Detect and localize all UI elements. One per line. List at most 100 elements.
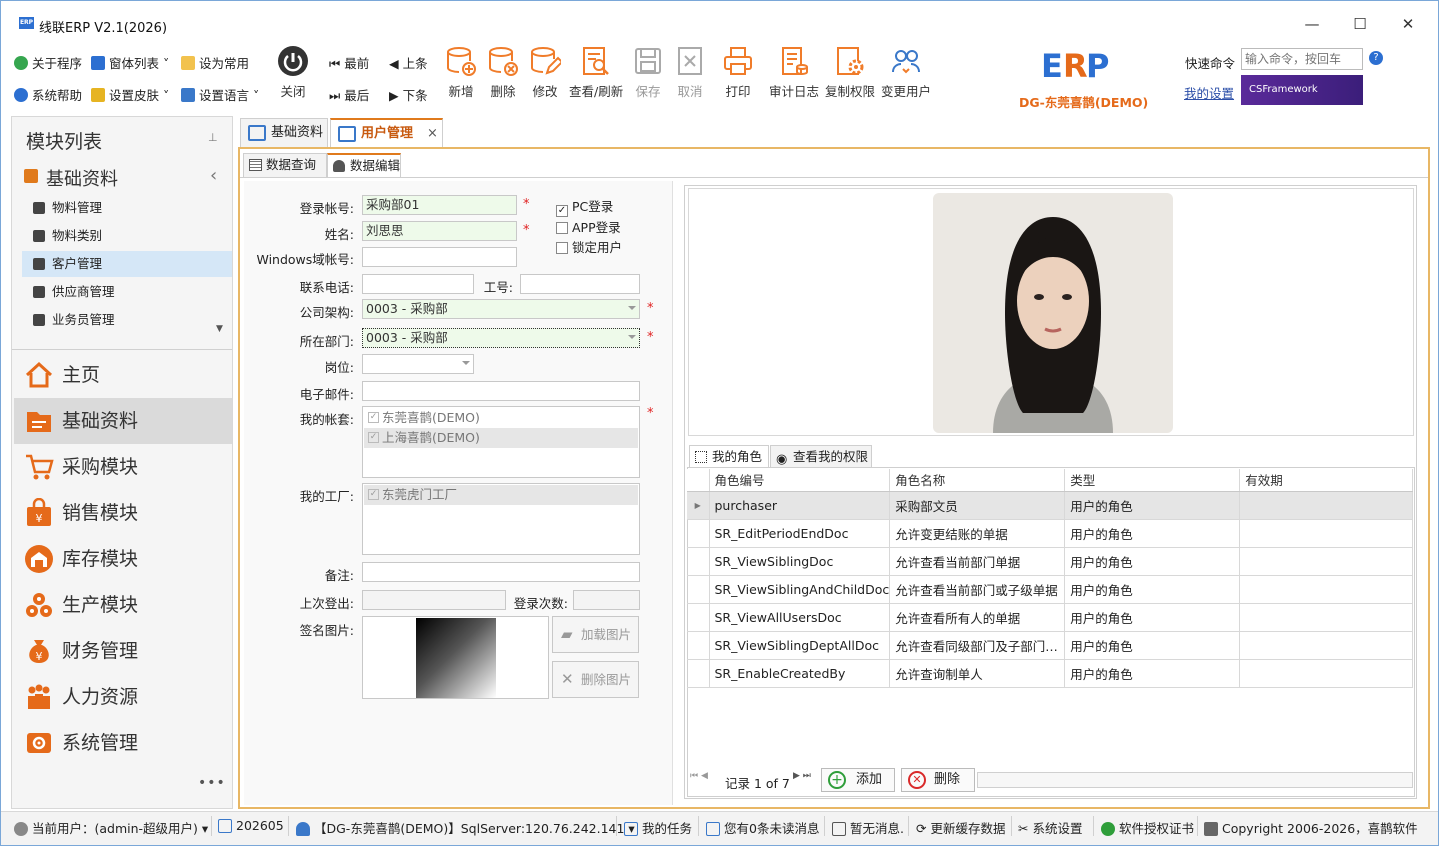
name-input[interactable]: 刘思思 bbox=[362, 221, 517, 241]
language-button[interactable]: 设置语言 ˅ bbox=[181, 85, 259, 104]
sidebar-group-header[interactable]: 基础资料 ‹ bbox=[22, 165, 230, 191]
ribbon-toolbar: 关于程序 窗体列表 ˅ 设为常用 系统帮助 设置皮肤 ˅ 设置语言 ˅ 关闭 ⏮… bbox=[1, 43, 1438, 115]
table-row[interactable]: SR_ViewSiblingDeptAllDoc 允许查看同级部门及子部门… 用户的… bbox=[687, 631, 1413, 660]
nav-next-record-icon[interactable]: ▶ ⏭ bbox=[793, 771, 811, 781]
table-row[interactable]: SR_ViewSiblingDoc 允许查看当前部门单据 用户的角色 bbox=[687, 547, 1413, 576]
email-input[interactable] bbox=[362, 381, 640, 401]
scroll-down-icon[interactable]: ▼ bbox=[216, 324, 223, 334]
lock-user-checkbox[interactable]: 锁定用户 bbox=[556, 237, 622, 256]
column-header[interactable]: 角色编号 bbox=[709, 469, 891, 492]
table-row[interactable]: SR_ViewAllUsersDoc 允许查看所有人的单据 用户的角色 bbox=[687, 603, 1413, 632]
app-login-checkbox[interactable]: APP登录 bbox=[556, 217, 621, 236]
sidebar-item-material[interactable]: 物料管理 bbox=[22, 195, 232, 221]
remark-input[interactable] bbox=[362, 562, 640, 582]
add-role-button[interactable]: + 添加 bbox=[821, 768, 895, 792]
set-favorite-button[interactable]: 设为常用 bbox=[181, 53, 249, 72]
module-purchase[interactable]: 采购模块 bbox=[14, 444, 232, 490]
nav-prev-button[interactable]: ◀ 上条 bbox=[389, 53, 428, 72]
copy-permission-button[interactable]: 复制权限 bbox=[825, 45, 875, 103]
close-tab-icon[interactable]: × bbox=[427, 120, 438, 148]
close-button[interactable]: 关闭 bbox=[276, 45, 310, 103]
help-button[interactable]: 系统帮助 bbox=[14, 85, 82, 104]
close-window-button[interactable]: ✕ bbox=[1393, 11, 1423, 37]
nav-next-button[interactable]: ▶ 下条 bbox=[389, 85, 428, 104]
employee-no-input[interactable] bbox=[520, 274, 640, 294]
company-select[interactable]: 0003 - 采购部 bbox=[362, 299, 640, 319]
table-row[interactable]: SR_ViewSiblingAndChildDoc 允许查看当前部门或子级单据 用户… bbox=[687, 575, 1413, 604]
list-item[interactable]: ✓ 上海喜鹊(DEMO) bbox=[364, 428, 638, 448]
post-select[interactable] bbox=[362, 354, 474, 374]
tab-data-edit[interactable]: 数据编辑 bbox=[327, 153, 401, 177]
print-button[interactable]: 打印 bbox=[721, 45, 755, 103]
csframework-banner[interactable]: CSFramework bbox=[1241, 75, 1363, 105]
module-inventory[interactable]: 库存模块 bbox=[14, 536, 232, 582]
delete-button[interactable]: 删除 bbox=[486, 45, 520, 103]
maximize-button[interactable]: ☐ bbox=[1345, 11, 1375, 37]
horizontal-scrollbar[interactable] bbox=[977, 772, 1413, 788]
tab-data-query[interactable]: 数据查询 bbox=[243, 153, 327, 177]
add-button[interactable]: 新增 bbox=[444, 45, 478, 103]
factory-list[interactable]: ✓ 东莞虎门工厂 bbox=[362, 483, 640, 555]
tab-basic-data[interactable]: 基础资料 bbox=[240, 118, 328, 148]
refresh-cache-button[interactable]: ⟳ 更新缓存数据 bbox=[916, 818, 1005, 837]
module-basic-data[interactable]: 基础资料 bbox=[14, 398, 232, 444]
skin-button[interactable]: 设置皮肤 ˅ bbox=[91, 85, 169, 104]
list-item[interactable]: ✓ 东莞虎门工厂 bbox=[364, 485, 638, 505]
load-image-button[interactable]: ▰ 加载图片 bbox=[552, 616, 639, 653]
column-header[interactable]: 类型 bbox=[1064, 469, 1241, 492]
my-tasks-status[interactable]: 我的任务 bbox=[624, 818, 692, 837]
signature-image[interactable] bbox=[362, 616, 549, 699]
system-settings-button[interactable]: ✂ 系统设置 bbox=[1018, 818, 1082, 837]
save-button[interactable]: 保存 bbox=[631, 45, 665, 103]
license-button[interactable]: 软件授权证书 bbox=[1101, 818, 1194, 837]
tab-user-management[interactable]: 用户管理 × bbox=[330, 118, 443, 148]
tab-my-roles[interactable]: 我的角色 bbox=[689, 445, 769, 467]
module-home[interactable]: 主页 bbox=[14, 352, 232, 398]
view-refresh-button[interactable]: 查看/刷新 bbox=[569, 45, 623, 103]
sidebar-item-material-category[interactable]: 物料类别 bbox=[22, 223, 232, 249]
table-row[interactable]: ▶ purchaser 采购部文员 用户的角色 bbox=[687, 491, 1413, 520]
module-hr[interactable]: 人力资源 bbox=[14, 674, 232, 720]
pin-icon[interactable]: ⊥ bbox=[208, 131, 218, 144]
my-settings-link[interactable]: 我的设置 bbox=[1184, 83, 1234, 102]
audit-log-button[interactable]: 审计日志 bbox=[769, 45, 819, 103]
module-production[interactable]: 生产模块 bbox=[14, 582, 232, 628]
unread-messages-status[interactable]: 您有0条未读消息 bbox=[706, 818, 819, 837]
login-account-input[interactable]: 采购部01 bbox=[362, 195, 517, 215]
delete-role-button[interactable]: ✕ 删除 bbox=[901, 768, 975, 792]
nav-last-button[interactable]: ⏭ 最后 bbox=[329, 85, 369, 104]
change-user-button[interactable]: 变更用户 bbox=[881, 45, 931, 103]
column-header[interactable]: 有效期 bbox=[1239, 469, 1413, 492]
notice-status[interactable]: 暂无消息. bbox=[832, 818, 904, 837]
more-options-icon[interactable]: ••• bbox=[198, 775, 226, 791]
minimize-button[interactable]: — bbox=[1297, 11, 1327, 37]
phone-input[interactable] bbox=[362, 274, 474, 294]
department-select[interactable]: 0003 - 采购部 bbox=[362, 328, 640, 348]
column-header[interactable]: 角色名称 bbox=[889, 469, 1066, 492]
sidebar-item-salesman[interactable]: 业务员管理 bbox=[22, 307, 232, 333]
tab-my-permissions[interactable]: ◉ 查看我的权限 bbox=[770, 445, 872, 467]
edit-button[interactable]: 修改 bbox=[528, 45, 562, 103]
next-icon: ▶ bbox=[389, 88, 403, 103]
about-button[interactable]: 关于程序 bbox=[14, 53, 82, 72]
delete-image-button[interactable]: ✕ 删除图片 bbox=[552, 661, 639, 698]
table-row[interactable]: SR_EnableCreatedBy 允许查询制单人 用户的角色 bbox=[687, 659, 1413, 688]
list-item[interactable]: ✓ 东莞喜鹊(DEMO) bbox=[364, 408, 638, 428]
pc-login-checkbox[interactable]: ✓ PC登录 bbox=[556, 196, 613, 217]
table-row[interactable]: SR_EditPeriodEndDoc 允许变更结账的单据 用户的角色 bbox=[687, 519, 1413, 548]
module-sales[interactable]: ¥ 销售模块 bbox=[14, 490, 232, 536]
windows-account-input[interactable] bbox=[362, 247, 517, 267]
current-user-status[interactable]: 当前用户：(admin-超级用户) ▾ bbox=[14, 818, 208, 837]
module-system[interactable]: 系统管理 bbox=[14, 720, 232, 766]
cancel-button[interactable]: 取消 bbox=[673, 45, 707, 103]
window-list-button[interactable]: 窗体列表 ˅ bbox=[91, 53, 169, 72]
help-circle-icon[interactable]: ? bbox=[1369, 51, 1383, 65]
module-finance[interactable]: ¥ 财务管理 bbox=[14, 628, 232, 674]
quick-command-input[interactable] bbox=[1241, 48, 1363, 70]
nav-first-button[interactable]: ⏮ 最前 bbox=[329, 53, 369, 72]
sidebar-item-customer[interactable]: 客户管理 bbox=[22, 251, 232, 277]
accounts-list[interactable]: ✓ 东莞喜鹊(DEMO) ✓ 上海喜鹊(DEMO) bbox=[362, 406, 640, 478]
nav-first-record-icon[interactable]: ⏮ ◀ bbox=[690, 771, 708, 781]
database-status[interactable]: 【DG-东莞喜鹊(DEMO)】SqlServer:120.76.242.141 … bbox=[296, 818, 635, 837]
sidebar-item-supplier[interactable]: 供应商管理 bbox=[22, 279, 232, 305]
